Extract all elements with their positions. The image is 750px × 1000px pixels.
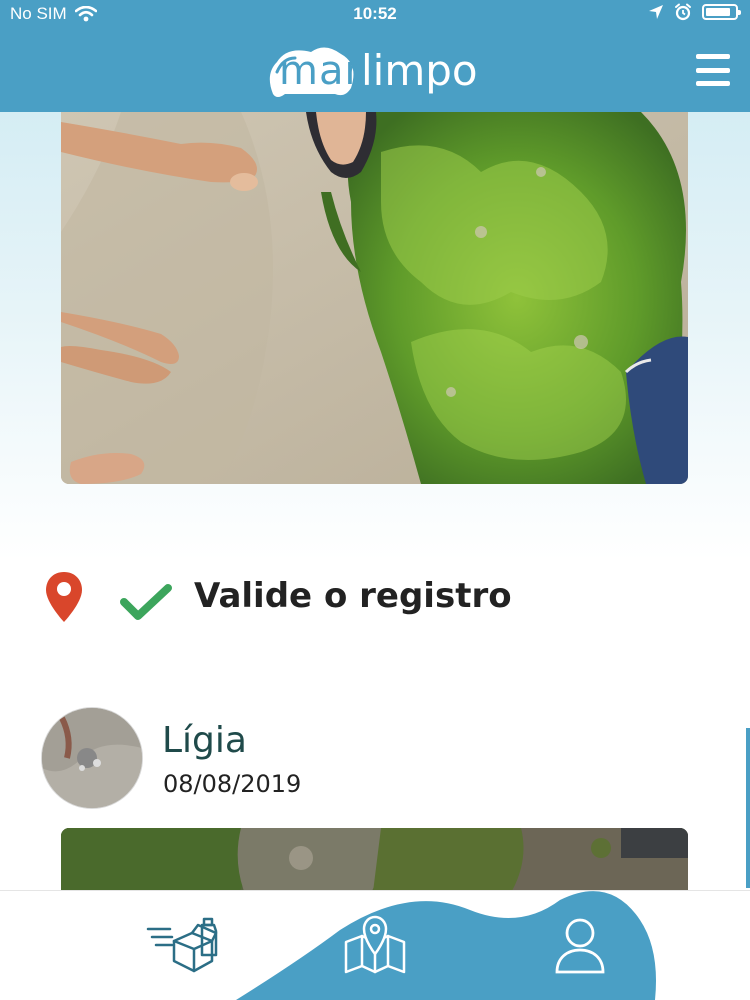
validate-record-row[interactable]: Valide o registro (44, 570, 694, 626)
record-photo[interactable] (61, 112, 688, 484)
battery-icon (702, 4, 741, 20)
menu-bar-top (696, 54, 730, 59)
record-photo-image (61, 112, 688, 484)
nav-item-records[interactable] (140, 890, 230, 1000)
status-time: 10:52 (353, 4, 397, 23)
validate-record-label[interactable]: Valide o registro (194, 576, 512, 616)
bottom-nav (0, 890, 750, 1000)
logo-text-mar: mar (279, 48, 362, 94)
logo-bubble: mar (265, 44, 361, 97)
post-date: 08/08/2019 (163, 770, 302, 798)
location-arrow-icon (649, 5, 663, 19)
map-pin-icon[interactable] (340, 914, 410, 976)
app-logo[interactable]: mar limpo (265, 38, 495, 102)
scroll-edge-indicator (746, 728, 750, 888)
post-user-name[interactable]: Lígia (162, 720, 247, 761)
user-profile-icon[interactable] (553, 916, 607, 974)
hamburger-menu-icon[interactable] (696, 54, 730, 86)
status-bar: No SIM 10:52 (0, 0, 750, 28)
status-right (648, 3, 741, 21)
logo-text-limpo: limpo (361, 45, 478, 95)
menu-bar-middle (696, 67, 730, 73)
app-header: mar limpo (0, 28, 750, 112)
menu-bar-bottom (696, 81, 730, 86)
checkmark-icon[interactable] (120, 584, 172, 620)
avatar-image (42, 708, 142, 808)
location-pin-icon[interactable] (44, 570, 84, 624)
avatar[interactable] (42, 708, 142, 808)
nav-item-map[interactable] (330, 890, 420, 1000)
alarm-icon (675, 3, 691, 21)
recycling-box-icon[interactable] (146, 915, 224, 975)
nav-item-profile[interactable] (535, 890, 625, 1000)
post-header: Lígia 08/08/2019 (42, 708, 702, 808)
